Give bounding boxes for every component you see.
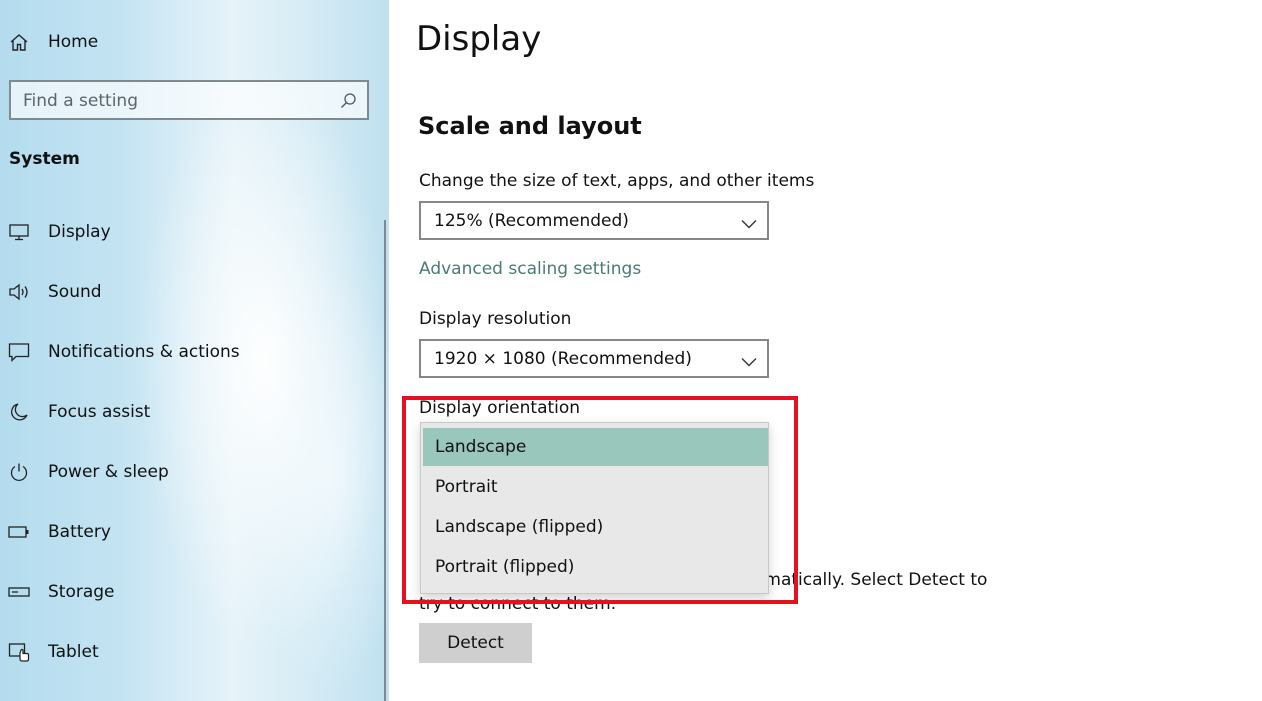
home-label: Home: [48, 32, 99, 52]
scale-label: Change the size of text, apps, and other…: [419, 171, 815, 191]
sidebar-item-label: Notifications & actions: [48, 342, 240, 362]
sidebar-item-focus-assist[interactable]: Focus assist: [0, 392, 380, 432]
sidebar-item-label: Battery: [48, 522, 111, 542]
chevron-down-icon: [741, 214, 757, 233]
main-content: Display Scale and layout Change the size…: [389, 0, 1262, 701]
sidebar-item-label: Storage: [48, 582, 115, 602]
orientation-option-portrait-flipped[interactable]: Portrait (flipped): [423, 548, 768, 586]
sidebar-item-label: Tablet: [48, 642, 99, 662]
section-title-system: System: [9, 149, 80, 169]
scale-dropdown-value: 125% (Recommended): [434, 211, 629, 231]
sidebar-item-power-sleep[interactable]: Power & sleep: [0, 452, 380, 492]
chevron-down-icon: [741, 352, 757, 371]
orientation-option-landscape[interactable]: Landscape: [423, 428, 768, 466]
detect-button[interactable]: Detect: [419, 623, 532, 663]
battery-icon: [8, 521, 30, 543]
power-icon: [8, 461, 30, 483]
orientation-option-landscape-flipped[interactable]: Landscape (flipped): [423, 508, 768, 546]
moon-icon: [8, 401, 30, 423]
tablet-icon: [8, 641, 30, 663]
orientation-dropdown-list: Landscape Portrait Landscape (flipped) P…: [420, 422, 769, 594]
search-input[interactable]: [23, 90, 323, 112]
sidebar-item-display[interactable]: Display: [0, 212, 380, 252]
section-title-scale-layout: Scale and layout: [418, 112, 642, 140]
notification-icon: [8, 341, 30, 363]
sidebar-scrollbar[interactable]: [384, 220, 386, 701]
sidebar-item-sound[interactable]: Sound: [0, 272, 380, 312]
sidebar: Home System Display Sound Notifications …: [0, 0, 389, 701]
advanced-scaling-link[interactable]: Advanced scaling settings: [419, 259, 641, 279]
page-title: Display: [416, 19, 542, 59]
sidebar-item-notifications[interactable]: Notifications & actions: [0, 332, 380, 372]
monitor-icon: [8, 221, 30, 243]
detect-description-line2: try to connect to them.: [419, 594, 617, 614]
scale-dropdown[interactable]: 125% (Recommended): [419, 201, 769, 240]
search-icon[interactable]: [340, 92, 357, 113]
orientation-label: Display orientation: [419, 398, 581, 418]
orientation-option-portrait[interactable]: Portrait: [423, 468, 768, 506]
sidebar-item-label: Sound: [48, 282, 102, 302]
sidebar-item-label: Focus assist: [48, 402, 151, 422]
sidebar-item-label: Display: [48, 222, 111, 242]
home-nav-item[interactable]: Home: [0, 24, 380, 60]
resolution-label: Display resolution: [419, 309, 572, 329]
sidebar-item-storage[interactable]: Storage: [0, 572, 380, 612]
search-box[interactable]: [9, 80, 369, 120]
resolution-dropdown[interactable]: 1920 × 1080 (Recommended): [419, 339, 769, 378]
home-icon: [8, 31, 30, 53]
sidebar-item-label: Power & sleep: [48, 462, 169, 482]
sidebar-item-tablet[interactable]: Tablet: [0, 632, 380, 672]
resolution-dropdown-value: 1920 × 1080 (Recommended): [434, 349, 692, 369]
sidebar-item-battery[interactable]: Battery: [0, 512, 380, 552]
speaker-icon: [8, 281, 30, 303]
storage-icon: [8, 581, 30, 603]
